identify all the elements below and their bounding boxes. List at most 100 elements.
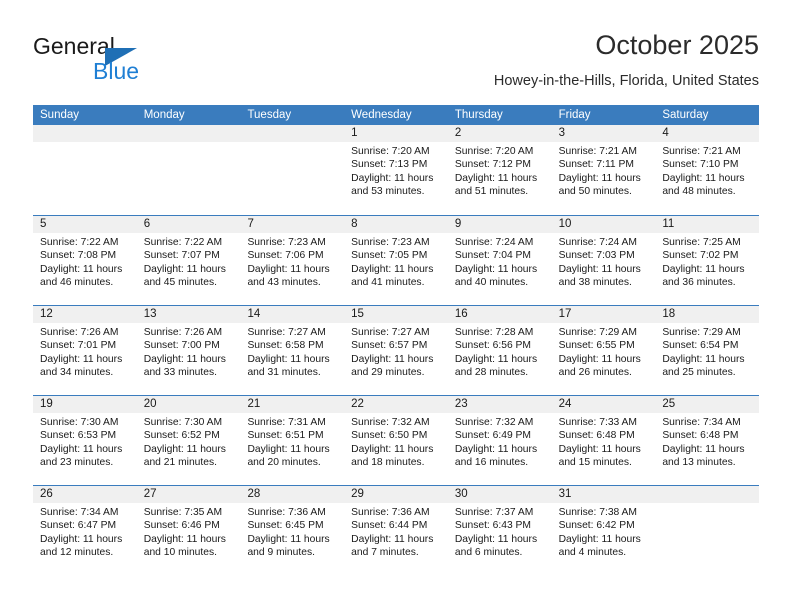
calendar-day-cell[interactable]: 22 Sunrise: 7:32 AM Sunset: 6:50 PM Dayligh… [344,396,448,485]
day-daylight-l1-text: Daylight: 11 hours [40,533,123,545]
day-sunrise-text: Sunrise: 7:27 AM [247,327,326,338]
calendar-day-cell[interactable]: 29 Sunrise: 7:36 AM Sunset: 6:44 PM Dayligh… [344,486,448,575]
day-number: 28 [240,486,345,503]
day-sunset-text: Sunset: 6:51 PM [247,430,324,442]
day-number: 4 [655,125,760,142]
day-details: Sunrise: 7:29 AM Sunset: 6:54 PM Daylight:… [655,323,759,380]
calendar-day-cell[interactable]: 4 Sunrise: 7:21 AM Sunset: 7:10 PM Daylight… [655,125,760,215]
day-number: 21 [240,396,345,413]
day-daylight-l2-text: and 48 minutes. [662,186,736,198]
day-daylight-l2-text: and 13 minutes. [662,457,736,469]
day-number: 8 [344,216,448,233]
day-sunrise-text: Sunrise: 7:30 AM [143,417,223,428]
day-sunset-text: Sunset: 6:44 PM [351,520,428,532]
day-number: 23 [447,396,552,413]
day-daylight-l2-text: and 43 minutes. [247,277,321,289]
day-details [655,503,759,506]
calendar-day-cell-empty [136,125,241,215]
calendar-day-cell[interactable]: 10 Sunrise: 7:24 AM Sunset: 7:03 PM Dayligh… [551,216,656,305]
day-sunset-text: Sunset: 7:00 PM [143,340,220,352]
day-daylight-l2-text: and 7 minutes. [351,547,419,559]
day-daylight-l1-text: Daylight: 11 hours [662,443,745,455]
day-number: 5 [33,216,137,233]
weekday-header-thursday: Thursday [454,109,503,121]
calendar-day-cell[interactable]: 8 Sunrise: 7:23 AM Sunset: 7:05 PM Daylight… [344,216,448,305]
calendar-day-cell[interactable]: 24 Sunrise: 7:33 AM Sunset: 6:48 PM Dayligh… [551,396,656,485]
calendar-day-cell[interactable]: 2 Sunrise: 7:20 AM Sunset: 7:12 PM Daylight… [447,125,552,215]
day-daylight-l2-text: and 9 minutes. [247,547,315,559]
day-number: 10 [551,216,656,233]
day-number: 31 [551,486,656,503]
day-number [136,125,241,142]
day-details: Sunrise: 7:24 AM Sunset: 7:03 PM Daylight:… [552,233,656,290]
day-details: Sunrise: 7:22 AM Sunset: 7:07 PM Daylight:… [137,233,241,290]
calendar-day-cell[interactable]: 31 Sunrise: 7:38 AM Sunset: 6:42 PM Dayligh… [551,486,656,575]
day-details: Sunrise: 7:38 AM Sunset: 6:42 PM Daylight:… [552,503,656,560]
calendar-day-cell[interactable]: 6 Sunrise: 7:22 AM Sunset: 7:07 PM Daylight… [136,216,241,305]
day-number: 14 [240,306,345,323]
calendar-day-cell[interactable]: 21 Sunrise: 7:31 AM Sunset: 6:51 PM Dayligh… [240,396,345,485]
day-sunrise-text: Sunrise: 7:31 AM [247,417,326,428]
day-number: 26 [33,486,137,503]
calendar-day-cell[interactable]: 9 Sunrise: 7:24 AM Sunset: 7:04 PM Daylight… [447,216,552,305]
day-sunset-text: Sunset: 6:52 PM [143,430,220,442]
calendar-day-cell[interactable]: 5 Sunrise: 7:22 AM Sunset: 7:08 PM Daylight… [33,216,137,305]
day-number: 11 [655,216,760,233]
calendar-day-cell[interactable]: 11 Sunrise: 7:25 AM Sunset: 7:02 PM Dayligh… [655,216,760,305]
day-sunrise-text: Sunrise: 7:30 AM [40,417,119,428]
day-details [137,142,241,145]
day-sunset-text: Sunset: 7:08 PM [40,250,117,262]
day-details: Sunrise: 7:32 AM Sunset: 6:50 PM Daylight:… [344,413,448,470]
day-sunrise-text: Sunrise: 7:29 AM [558,327,638,338]
day-daylight-l2-text: and 46 minutes. [40,277,114,289]
calendar-weeks: 1 Sunrise: 7:20 AM Sunset: 7:13 PM Daylight… [33,125,760,575]
day-daylight-l2-text: and 40 minutes. [454,277,529,289]
calendar-day-cell[interactable]: 1 Sunrise: 7:20 AM Sunset: 7:13 PM Daylight… [344,125,448,215]
day-details [33,142,137,145]
calendar-day-cell[interactable]: 26 Sunrise: 7:34 AM Sunset: 6:47 PM Dayligh… [33,486,137,575]
calendar-day-cell[interactable]: 14 Sunrise: 7:27 AM Sunset: 6:58 PM Dayligh… [240,306,345,395]
day-details: Sunrise: 7:29 AM Sunset: 6:55 PM Daylight:… [552,323,656,380]
day-daylight-l1-text: Daylight: 11 hours [558,353,641,365]
calendar-day-cell[interactable]: 18 Sunrise: 7:29 AM Sunset: 6:54 PM Dayligh… [655,306,760,395]
day-details: Sunrise: 7:34 AM Sunset: 6:47 PM Daylight:… [33,503,137,560]
calendar-day-cell[interactable]: 27 Sunrise: 7:35 AM Sunset: 6:46 PM Dayligh… [136,486,241,575]
calendar-day-cell[interactable]: 28 Sunrise: 7:36 AM Sunset: 6:45 PM Dayligh… [240,486,345,575]
day-sunrise-text: Sunrise: 7:22 AM [143,237,223,248]
calendar-day-cell[interactable]: 15 Sunrise: 7:27 AM Sunset: 6:57 PM Dayligh… [344,306,448,395]
title-block: October 2025 Howey-in-the-Hills, Florida… [494,28,759,91]
day-sunrise-text: Sunrise: 7:28 AM [454,327,534,338]
day-number: 25 [655,396,760,413]
day-number: 20 [136,396,241,413]
day-sunrise-text: Sunrise: 7:32 AM [454,417,534,428]
day-sunset-text: Sunset: 6:50 PM [351,430,428,442]
day-details [240,142,344,145]
calendar-day-cell[interactable]: 19 Sunrise: 7:30 AM Sunset: 6:53 PM Dayligh… [33,396,137,485]
calendar-day-cell[interactable]: 12 Sunrise: 7:26 AM Sunset: 7:01 PM Dayligh… [33,306,137,395]
day-details: Sunrise: 7:37 AM Sunset: 6:43 PM Daylight:… [448,503,552,560]
day-sunrise-text: Sunrise: 7:24 AM [454,237,534,248]
day-number: 6 [136,216,241,233]
calendar-day-cell[interactable]: 3 Sunrise: 7:21 AM Sunset: 7:11 PM Daylight… [551,125,656,215]
calendar-day-cell[interactable]: 25 Sunrise: 7:34 AM Sunset: 6:48 PM Dayligh… [655,396,760,485]
day-daylight-l1-text: Daylight: 11 hours [40,263,123,275]
day-details: Sunrise: 7:23 AM Sunset: 7:05 PM Daylight:… [344,233,448,290]
calendar-day-cell[interactable]: 17 Sunrise: 7:29 AM Sunset: 6:55 PM Dayligh… [551,306,656,395]
day-daylight-l2-text: and 33 minutes. [143,367,217,379]
day-daylight-l2-text: and 51 minutes. [454,186,529,198]
day-daylight-l1-text: Daylight: 11 hours [143,263,226,275]
calendar-day-cell[interactable]: 7 Sunrise: 7:23 AM Sunset: 7:06 PM Daylight… [240,216,345,305]
calendar-day-cell[interactable]: 30 Sunrise: 7:37 AM Sunset: 6:43 PM Dayligh… [447,486,552,575]
calendar-day-cell[interactable]: 20 Sunrise: 7:30 AM Sunset: 6:52 PM Dayligh… [136,396,241,485]
day-sunrise-text: Sunrise: 7:27 AM [351,327,430,338]
day-sunset-text: Sunset: 7:03 PM [558,250,635,262]
day-number: 13 [136,306,241,323]
day-sunset-text: Sunset: 7:04 PM [454,250,532,262]
day-details: Sunrise: 7:24 AM Sunset: 7:04 PM Daylight:… [448,233,552,290]
calendar-day-cell[interactable]: 13 Sunrise: 7:26 AM Sunset: 7:00 PM Dayligh… [136,306,241,395]
calendar-day-cell[interactable]: 16 Sunrise: 7:28 AM Sunset: 6:56 PM Dayligh… [447,306,552,395]
day-sunrise-text: Sunrise: 7:23 AM [247,237,326,248]
day-sunrise-text: Sunrise: 7:29 AM [662,327,741,338]
general-blue-logo[interactable]: General Blue [33,33,213,91]
calendar-day-cell[interactable]: 23 Sunrise: 7:32 AM Sunset: 6:49 PM Dayligh… [447,396,552,485]
